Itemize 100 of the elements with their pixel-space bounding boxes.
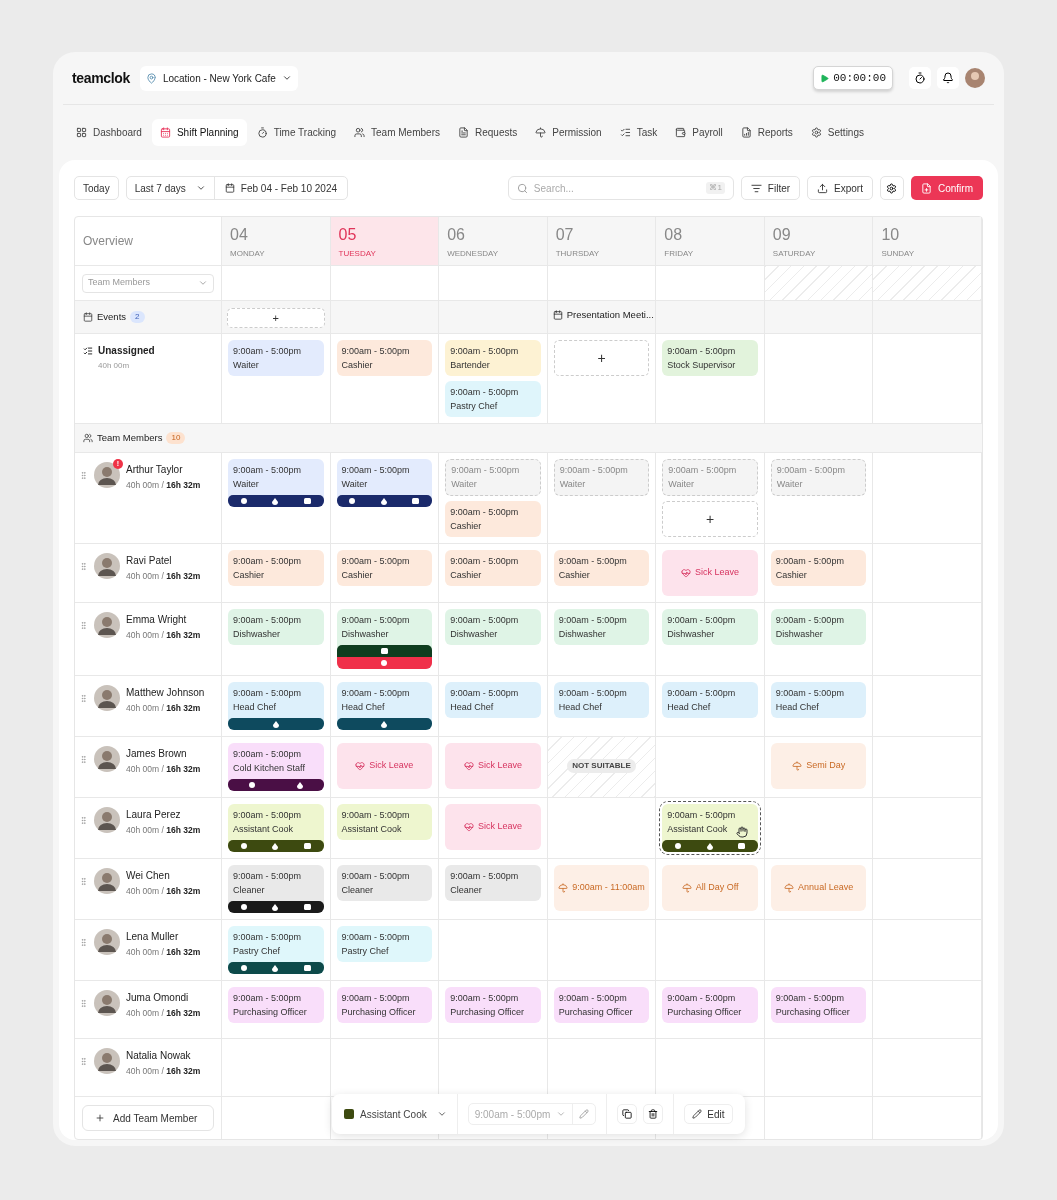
nav-tab[interactable]: Shift Planning: [151, 119, 247, 146]
nav-tab[interactable]: Task: [611, 119, 666, 146]
stopwatch-button[interactable]: [909, 67, 931, 89]
shift-card[interactable]: 9:00am - 5:00pm Cashier: [445, 550, 541, 586]
export-button[interactable]: Export: [807, 176, 873, 200]
day-header[interactable]: 04 MONDAY: [222, 217, 331, 265]
nav-tab[interactable]: Time Tracking: [248, 119, 345, 146]
shift-card[interactable]: 9:00am - 5:00pm Head Chef: [553, 682, 650, 718]
nav-tab[interactable]: Dashboard: [68, 119, 150, 146]
add-shift-button[interactable]: +: [662, 501, 758, 537]
drag-handle-icon[interactable]: [79, 877, 88, 886]
shift-card[interactable]: 9:00am - 5:00pm Purchasing Officer: [445, 987, 541, 1023]
drag-handle-icon[interactable]: [79, 938, 88, 947]
shift-card[interactable]: 9:00am - 5:00pm Head Chef: [770, 682, 867, 718]
shift-card[interactable]: 9:00am - 5:00pm Purchasing Officer: [770, 987, 867, 1023]
delete-button[interactable]: [643, 1104, 664, 1124]
shift-card[interactable]: 9:00am - 5:00pm Waiter: [336, 459, 433, 507]
shift-card[interactable]: 9:00am - 5:00pm Bartender: [445, 340, 541, 376]
shift-card[interactable]: 9:00am - 5:00pm Purchasing Officer: [553, 987, 650, 1023]
shift-card[interactable]: 9:00am - 5:00pm Head Chef: [445, 682, 541, 718]
shift-card[interactable]: 9:00am - 5:00pm Pastry Chef: [336, 926, 433, 962]
nav-tab[interactable]: Settings: [802, 119, 872, 146]
shift-card[interactable]: 9:00am - 5:00pm Purchasing Officer: [228, 987, 324, 1023]
leave-card[interactable]: Annual Leave: [770, 865, 867, 911]
search-field[interactable]: Search...: [533, 180, 701, 196]
leave-card[interactable]: All Day Off: [662, 865, 758, 911]
day-header[interactable]: 06 WEDNESDAY: [439, 217, 548, 265]
settings-button[interactable]: [880, 176, 904, 200]
sick-leave-card[interactable]: Sick Leave: [445, 743, 541, 789]
shift-card[interactable]: 9:00am - 5:00pm Cleaner: [336, 865, 433, 901]
pencil-icon[interactable]: [579, 1109, 590, 1119]
shift-card[interactable]: 9:00am - 5:00pm Assistant Cook: [228, 804, 324, 852]
shift-card[interactable]: 9:00am - 5:00pm Waiter: [228, 459, 324, 507]
day-header[interactable]: 10 SUNDAY: [873, 217, 982, 265]
shift-card[interactable]: 9:00am - 5:00pm Cashier: [336, 550, 433, 586]
shift-card[interactable]: 9:00am - 5:00pm Purchasing Officer: [662, 987, 758, 1023]
user-avatar[interactable]: [965, 68, 985, 88]
shift-card[interactable]: 9:00am - 5:00pm Dishwasher: [336, 609, 433, 669]
shift-card[interactable]: 9:00am - 5:00pm Dishwasher: [770, 609, 867, 645]
shift-card[interactable]: 9:00am - 5:00pm Head Chef: [662, 682, 758, 718]
shift-card[interactable]: 9:00am - 5:00pm Dishwasher: [445, 609, 541, 645]
day-header[interactable]: 05 TUESDAY: [330, 217, 440, 265]
sick-leave-card[interactable]: Sick Leave: [336, 743, 433, 789]
notification-button[interactable]: [937, 67, 959, 89]
shift-card[interactable]: 9:00am - 5:00pm Assistant Cook: [662, 804, 758, 852]
day-header[interactable]: 08 FRIDAY: [656, 217, 765, 265]
shift-card[interactable]: 9:00am - 5:00pm Stock Supervisor: [662, 340, 758, 376]
shift-card[interactable]: 9:00am - 5:00pm Cleaner: [445, 865, 541, 901]
timer-widget[interactable]: 00:00:00: [813, 65, 893, 91]
sick-leave-card[interactable]: Sick Leave: [445, 804, 541, 850]
shift-card[interactable]: 9:00am - 5:00pm Cashier: [336, 340, 433, 376]
shift-card[interactable]: 9:00am - 5:00pm Head Chef: [336, 682, 433, 730]
shift-card[interactable]: 9:00am - 5:00pm Dishwasher: [553, 609, 650, 645]
shift-card[interactable]: 9:00am - 5:00pm Pastry Chef: [228, 926, 324, 974]
shift-card[interactable]: 9:00am - 5:00pm Dishwasher: [228, 609, 324, 645]
umbrella-icon: [792, 761, 803, 771]
shift-card[interactable]: 9:00am - 5:00pm Cashier: [445, 501, 541, 537]
drag-handle-icon[interactable]: [79, 694, 88, 703]
add-team-member-button[interactable]: Add Team Member: [82, 1105, 214, 1131]
drag-handle-icon[interactable]: [79, 755, 88, 764]
shift-card[interactable]: 9:00am - 5:00pm Purchasing Officer: [336, 987, 433, 1023]
shift-card[interactable]: 9:00am - 5:00pm Cashier: [228, 550, 324, 586]
shift-card[interactable]: 9:00am - 5:00pm Cold Kitchen Staff: [228, 743, 324, 791]
edit-button[interactable]: Edit: [684, 1104, 733, 1124]
shift-card[interactable]: 9:00am - 5:00pm Waiter: [228, 340, 324, 376]
shift-card[interactable]: 9:00am - 5:00pm Dishwasher: [662, 609, 758, 645]
shift-card[interactable]: 9:00am - 5:00pm Pastry Chef: [445, 381, 541, 417]
shift-card[interactable]: 9:00am - 5:00pm Assistant Cook: [336, 804, 433, 840]
filter-button[interactable]: Filter: [740, 176, 801, 200]
shift-card[interactable]: 9:00am - 5:00pm Cleaner: [228, 865, 324, 913]
nav-tab[interactable]: Permission: [527, 119, 610, 146]
nav-tab[interactable]: Requests: [449, 119, 526, 146]
nav-tab[interactable]: Payroll: [667, 119, 731, 146]
day-header[interactable]: 07 THURSDAY: [547, 217, 657, 265]
sick-leave-card[interactable]: Sick Leave: [662, 550, 758, 596]
shift-card[interactable]: 9:00am - 5:00pm Head Chef: [228, 682, 324, 730]
location-selector[interactable]: Location - New York Cafe: [139, 65, 298, 91]
drag-handle-icon[interactable]: [79, 562, 88, 571]
range-dropdown[interactable]: Last 7 days: [126, 177, 215, 199]
confirm-button[interactable]: Confirm: [911, 176, 983, 200]
leave-card[interactable]: 9:00am - 11:00am: [553, 865, 650, 911]
shift-card[interactable]: 9:00am - 5:00pm Cashier: [553, 550, 650, 586]
drag-handle-icon[interactable]: [79, 1057, 88, 1066]
add-shift-button[interactable]: +: [227, 308, 325, 329]
role-dropdown[interactable]: Assistant Cook: [344, 1094, 458, 1134]
add-shift-button[interactable]: +: [553, 340, 650, 376]
nav-tab[interactable]: Reports: [732, 119, 801, 146]
drag-handle-icon[interactable]: [79, 999, 88, 1008]
drag-handle-icon[interactable]: [79, 621, 88, 630]
drag-handle-icon[interactable]: [79, 816, 88, 825]
copy-button[interactable]: [617, 1104, 638, 1124]
leave-card[interactable]: Semi Day: [770, 743, 867, 789]
brand-logo[interactable]: teamclok: [72, 67, 130, 89]
today-button[interactable]: Today: [74, 176, 119, 200]
nav-tab[interactable]: Team Members: [346, 119, 448, 146]
shift-card[interactable]: 9:00am - 5:00pm Cashier: [770, 550, 867, 586]
event-title[interactable]: Presentation Meeti...: [566, 307, 654, 323]
date-range-picker[interactable]: Feb 04 - Feb 10 2024: [214, 177, 348, 199]
day-header[interactable]: 09 SATURDAY: [764, 217, 874, 265]
drag-handle-icon[interactable]: [79, 471, 88, 480]
